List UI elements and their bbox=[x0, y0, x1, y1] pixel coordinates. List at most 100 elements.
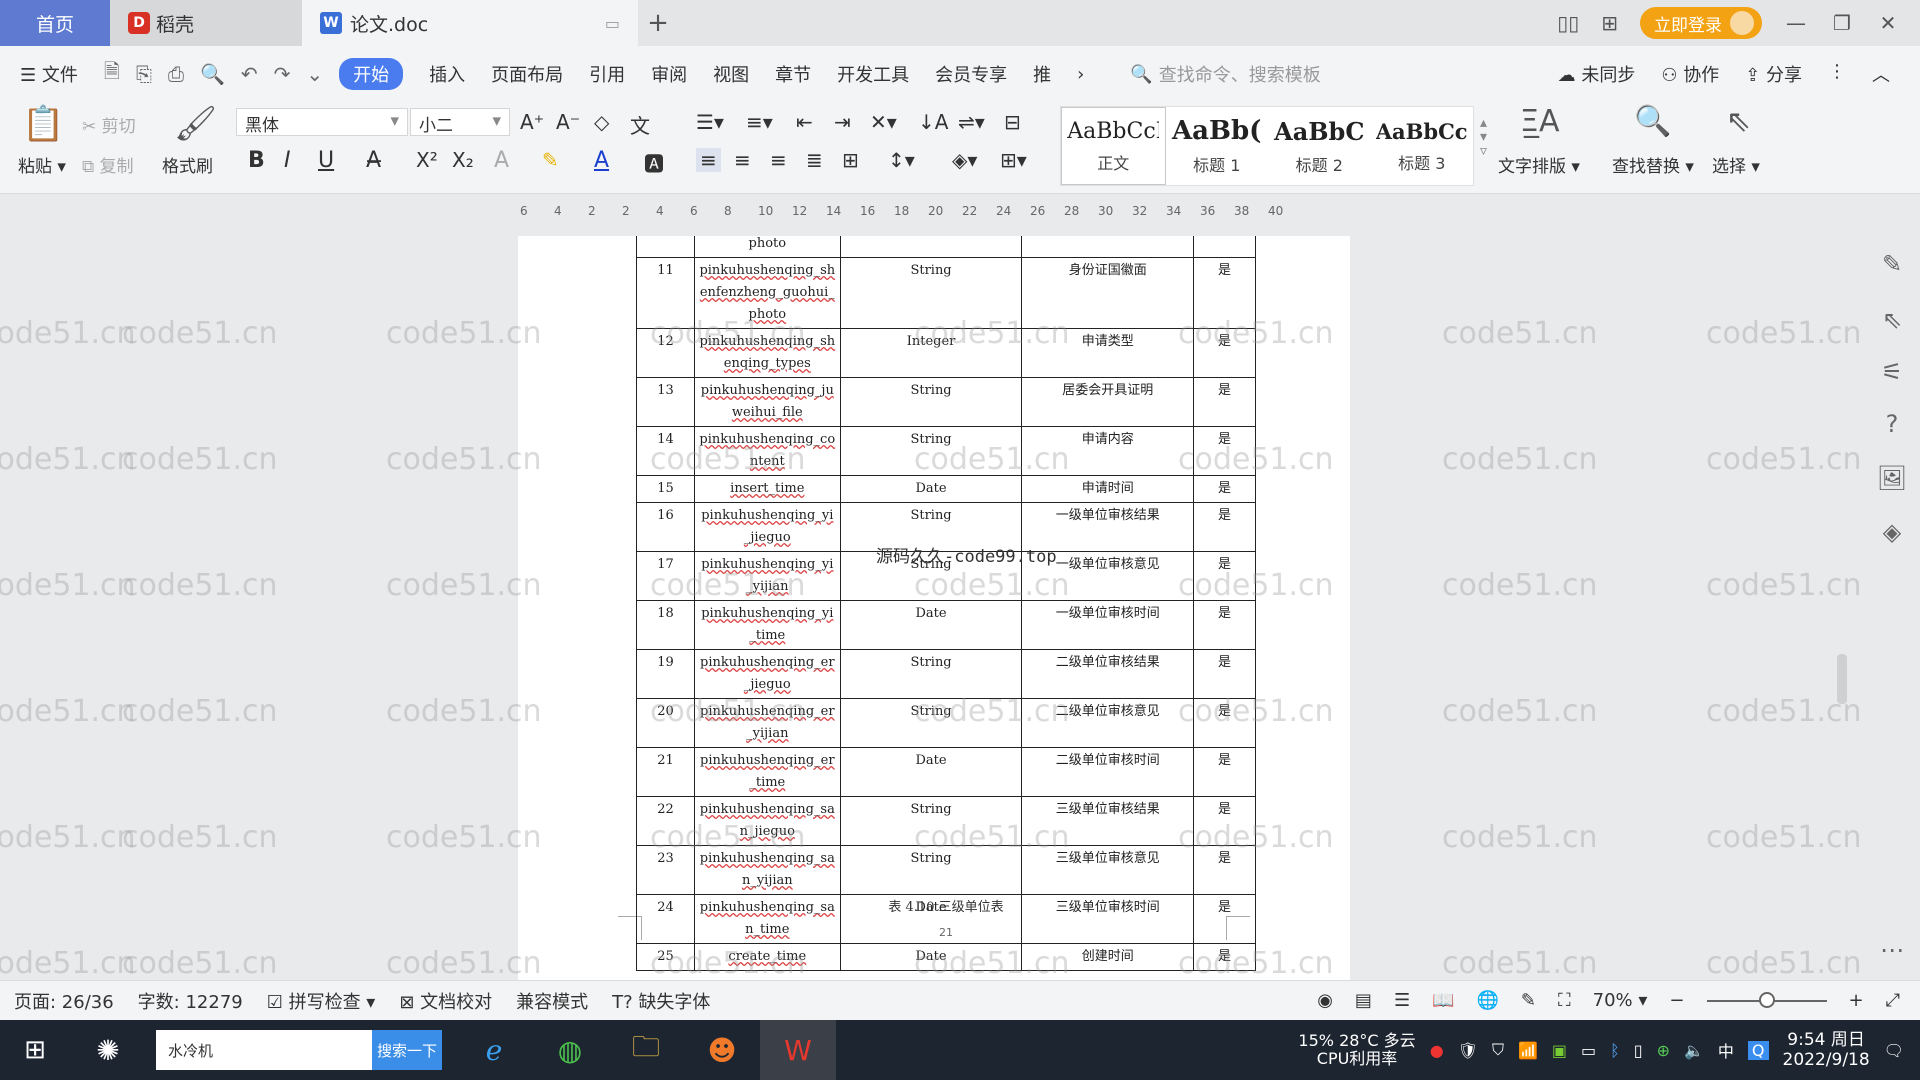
minimize-icon[interactable]: — bbox=[1784, 11, 1808, 35]
scrollbar-thumb[interactable] bbox=[1837, 654, 1847, 704]
tab-view[interactable]: 视图 bbox=[713, 61, 749, 87]
tray-gpu-icon[interactable]: ▣ bbox=[1552, 1041, 1567, 1060]
paste-icon[interactable]: 📋 bbox=[22, 104, 64, 144]
font-name-select[interactable]: 黑体 ▾ bbox=[236, 108, 408, 136]
select-cursor-icon[interactable]: ⇖ bbox=[1726, 104, 1751, 139]
proofread-button[interactable]: ⊠ 文档校对 bbox=[399, 988, 492, 1014]
missing-font-button[interactable]: T? 缺失字体 bbox=[612, 988, 710, 1014]
distributed-icon[interactable]: ⊞ bbox=[842, 148, 859, 172]
align-right-icon[interactable]: ≡ bbox=[770, 148, 787, 172]
clear-format-icon[interactable]: ◇ bbox=[594, 110, 609, 134]
font-color-icon[interactable]: A bbox=[594, 148, 609, 173]
decrease-indent-icon[interactable]: ⇤ bbox=[796, 110, 813, 134]
print-icon[interactable]: ⎙ bbox=[168, 62, 184, 86]
find-replace-button[interactable]: 查找替换 ▾ bbox=[1612, 152, 1694, 177]
pinwheel-app-icon[interactable]: ✺ bbox=[70, 1020, 146, 1080]
text-layout-icon[interactable]: Ξ̲A bbox=[1520, 104, 1559, 139]
command-search[interactable]: 🔍 查找命令、搜索模板 bbox=[1130, 61, 1320, 87]
cut-button[interactable]: ✂ 剪切 bbox=[82, 112, 136, 137]
tab-home[interactable]: 首页 bbox=[0, 0, 110, 46]
line-spacing-icon[interactable]: ↕▾ bbox=[888, 148, 915, 172]
paste-button[interactable]: 粘贴 ▾ bbox=[18, 152, 66, 177]
spellcheck-button[interactable]: ☑ 拼写检查 ▾ bbox=[267, 988, 376, 1014]
strikethrough-icon[interactable]: A̶ bbox=[366, 148, 381, 173]
compat-mode[interactable]: 兼容模式 bbox=[516, 988, 588, 1014]
tray-security-icon[interactable]: 🛡 bbox=[1458, 1041, 1478, 1060]
file-explorer-icon[interactable]: 🗀 bbox=[608, 1020, 684, 1080]
undo-icon[interactable]: ↶ bbox=[241, 62, 258, 86]
notification-icon[interactable]: 🗨 bbox=[1884, 1041, 1904, 1060]
tray-wifi-icon[interactable]: 📶 bbox=[1518, 1041, 1538, 1060]
restore-icon[interactable]: ❐ bbox=[1830, 11, 1854, 35]
text-effect-icon[interactable]: A bbox=[494, 148, 509, 173]
text-direction-icon[interactable]: ⇌▾ bbox=[958, 110, 985, 134]
zoom-level[interactable]: 70% ▾ bbox=[1593, 990, 1648, 1011]
select-button[interactable]: 选择 ▾ bbox=[1712, 152, 1760, 177]
italic-icon[interactable]: I bbox=[284, 148, 291, 173]
windows-start-icon[interactable]: ⊞ bbox=[0, 1035, 70, 1065]
shading-icon[interactable]: ◈▾ bbox=[952, 148, 977, 172]
tab-start[interactable]: 开始 bbox=[339, 58, 404, 90]
text-layout-button[interactable]: 文字排版 ▾ bbox=[1498, 152, 1580, 177]
style-heading-1[interactable]: AaBb( 标题 1 bbox=[1166, 107, 1269, 185]
print-preview-icon[interactable]: 🔍 bbox=[200, 62, 225, 86]
sort-icon[interactable]: ↓A bbox=[918, 110, 948, 134]
zoom-slider[interactable] bbox=[1706, 991, 1827, 1008]
align-left-icon[interactable]: ≡ bbox=[696, 148, 721, 172]
highlight-icon[interactable]: ✎ bbox=[542, 148, 559, 172]
file-menu[interactable]: ☰ 文件 bbox=[20, 61, 78, 87]
horizontal-ruler[interactable]: 6 4 2 2 4 6 8 10 12 14 16 18 20 22 24 26 28 30 32 34 36 38 40 bbox=[520, 200, 1320, 224]
taskbar-clock[interactable]: 9:54 周日 2022/9/18 bbox=[1783, 1030, 1870, 1070]
browser-360-icon[interactable]: ◍ bbox=[532, 1020, 608, 1080]
rail-location-icon[interactable]: ◈ bbox=[1874, 518, 1910, 546]
ie-browser-icon[interactable]: ℯ bbox=[456, 1020, 532, 1080]
align-center-icon[interactable]: ≡ bbox=[734, 148, 751, 172]
zoom-out-icon[interactable]: − bbox=[1669, 990, 1684, 1011]
style-normal[interactable]: AaBbCcI 正文 bbox=[1061, 107, 1166, 185]
grow-font-icon[interactable]: A⁺ bbox=[520, 110, 544, 134]
more-tabs-chevron-icon[interactable]: › bbox=[1077, 64, 1084, 85]
bullets-icon[interactable]: ☰▾ bbox=[696, 110, 724, 134]
zoom-slider-knob[interactable] bbox=[1758, 991, 1775, 1008]
redo-icon[interactable]: ↷ bbox=[274, 62, 291, 86]
page-layout-icon[interactable]: ▯▯ bbox=[1557, 11, 1579, 35]
subscript-icon[interactable]: X₂ bbox=[452, 148, 474, 172]
taskbar-search-text[interactable]: 水冷机 bbox=[156, 1040, 372, 1061]
wps-taskbar-icon[interactable]: W bbox=[760, 1020, 836, 1080]
tray-qq-icon[interactable]: Q bbox=[1747, 1040, 1769, 1060]
style-heading-3[interactable]: AaBbCcl 标题 3 bbox=[1371, 107, 1474, 185]
tab-insert[interactable]: 插入 bbox=[429, 61, 465, 87]
sync-status[interactable]: ☁ 未同步 bbox=[1558, 61, 1636, 87]
format-painter-button[interactable]: 格式刷 bbox=[162, 152, 213, 177]
quick-access-dropdown-icon[interactable]: ⌄ bbox=[306, 62, 323, 86]
game-app-icon[interactable]: ☻ bbox=[684, 1020, 760, 1080]
style-heading-2[interactable]: AaBbC 标题 2 bbox=[1268, 107, 1371, 185]
page-view-icon[interactable]: ▤ bbox=[1355, 990, 1372, 1011]
bold-icon[interactable]: B bbox=[248, 148, 265, 173]
page-indicator[interactable]: 页面: 26/36 bbox=[14, 988, 114, 1014]
tray-usb-icon[interactable]: ▯ bbox=[1634, 1041, 1643, 1060]
new-tab-button[interactable]: + bbox=[638, 0, 678, 46]
write-view-icon[interactable]: ✎ bbox=[1521, 990, 1536, 1011]
copy-button[interactable]: ⧉ 复制 bbox=[82, 152, 134, 177]
tray-app-icon[interactable]: ● bbox=[1430, 1041, 1444, 1060]
tray-bluetooth-icon[interactable]: ᛒ bbox=[1610, 1041, 1620, 1060]
read-view-icon[interactable]: 📖 bbox=[1432, 990, 1454, 1011]
monitor-icon[interactable]: ▭ bbox=[605, 14, 620, 33]
word-count[interactable]: 字数: 12279 bbox=[138, 988, 243, 1014]
char-border-icon[interactable]: 🅰 bbox=[644, 148, 664, 177]
vertical-scrollbar[interactable] bbox=[1834, 236, 1850, 980]
tab-chapter[interactable]: 章节 bbox=[775, 61, 811, 87]
underline-icon[interactable]: U bbox=[318, 148, 334, 173]
tab-page-layout[interactable]: 页面布局 bbox=[491, 61, 563, 87]
shrink-font-icon[interactable]: A⁻ bbox=[556, 110, 580, 134]
rail-help-icon[interactable]: ? bbox=[1874, 410, 1910, 438]
increase-indent-icon[interactable]: ⇥ bbox=[834, 110, 851, 134]
web-view-icon[interactable]: 🌐 bbox=[1477, 990, 1499, 1011]
share-button[interactable]: ⇪ 分享 bbox=[1745, 61, 1802, 87]
fit-page-icon[interactable]: ⛶ bbox=[1558, 990, 1571, 1011]
collab-button[interactable]: ⚇ 协作 bbox=[1661, 61, 1719, 87]
outline-view-icon[interactable]: ☰ bbox=[1394, 990, 1410, 1011]
ime-indicator[interactable]: 中 bbox=[1718, 1038, 1734, 1062]
phonetic-guide-icon[interactable]: 文 bbox=[630, 110, 650, 139]
